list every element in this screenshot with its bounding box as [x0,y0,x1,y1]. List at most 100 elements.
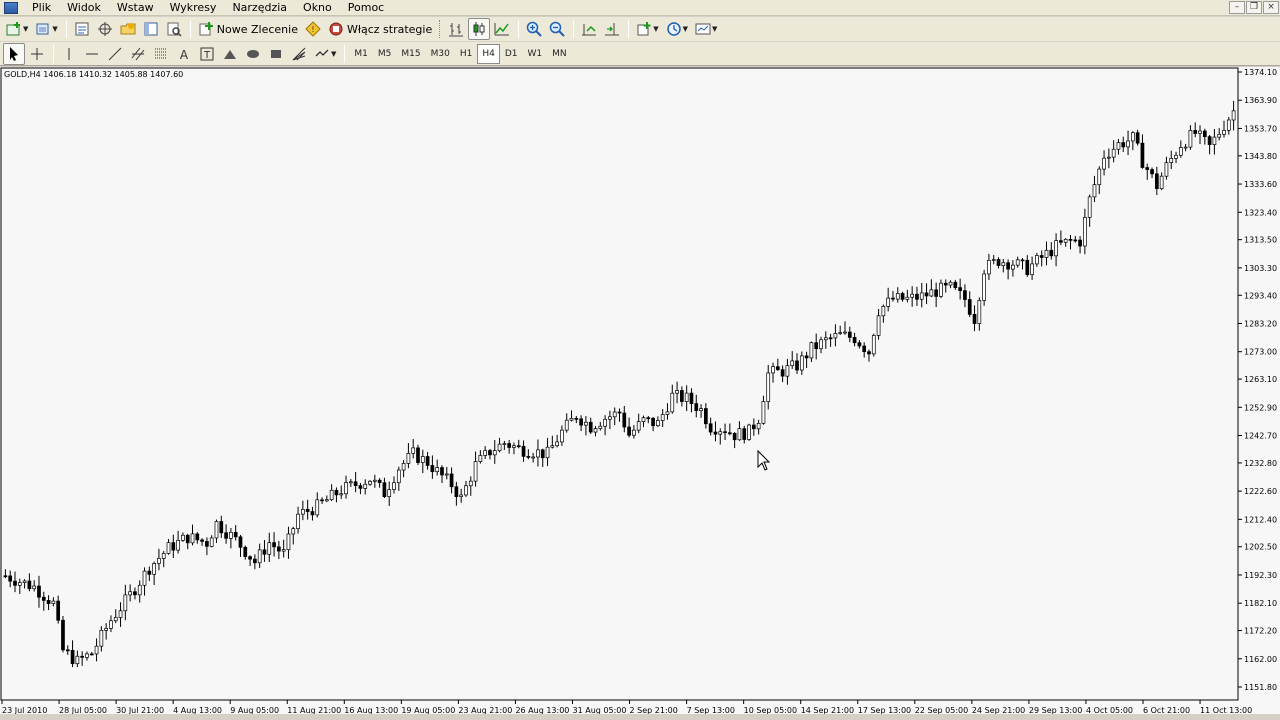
svg-text:!: ! [311,25,314,34]
candle [94,638,99,662]
candle [939,279,943,299]
candle [305,499,310,520]
line-chart-button[interactable] [491,18,513,40]
candle [200,538,204,546]
periods-button[interactable]: ▼ [663,18,691,40]
candle [267,532,272,562]
candle [344,475,348,499]
chevron-down-icon: ▼ [653,25,659,33]
menu-charts[interactable]: Wykresy [162,0,225,16]
arrows-tool-button[interactable]: ▼ [311,43,339,65]
timeframe-m30[interactable]: M30 [426,44,455,64]
zoom-out-button[interactable] [546,18,568,40]
autoscroll-button[interactable] [578,18,600,40]
profiles-icon [36,23,49,35]
candle [881,304,886,323]
templates-button[interactable]: ▼ [692,18,720,40]
candle [862,342,867,358]
candle [1059,230,1063,246]
timeframe-w1[interactable]: W1 [522,44,547,64]
candle [329,484,334,502]
chevron-down-icon: ▼ [331,49,337,58]
timeframe-h4[interactable]: H4 [477,43,500,64]
navigator-button[interactable] [117,18,139,40]
candle [142,567,147,596]
price-tick-label: 1252.90 [1244,403,1277,412]
bar-chart-button[interactable] [445,18,467,40]
menu-view[interactable]: Widok [59,0,109,16]
candle [161,551,166,568]
candle [747,423,751,441]
candlestick-chart-button[interactable] [468,18,491,40]
candle [368,479,372,486]
new-chart-button[interactable]: ▼ [3,18,31,40]
ellipse-tool-button[interactable] [242,43,264,65]
chart-shift-button[interactable] [601,18,623,40]
cursor-tool-button[interactable] [3,42,25,65]
candle [1174,151,1178,164]
candle [195,532,200,544]
profiles-button[interactable]: ▼ [32,18,60,40]
toolbar-grip[interactable] [439,20,442,38]
rectangle-tool-button[interactable] [265,43,287,65]
timeframe-mn[interactable]: MN [547,44,572,64]
metaeditor-diamond-icon: ! [305,21,321,37]
price-tick-label: 1273.00 [1244,348,1277,357]
menu-file[interactable]: Plik [24,0,59,16]
triangle-icon [224,49,236,59]
close-icon[interactable]: × [1263,1,1279,14]
timeframe-m15[interactable]: M15 [396,44,425,64]
crosshair-tool-button[interactable] [26,43,48,65]
terminal-window-icon [144,22,158,36]
market-watch-button[interactable] [71,18,93,40]
candle [871,333,876,357]
toolbar-separator [518,20,520,38]
fibonacci-tool-button[interactable] [150,43,172,65]
candle [348,478,353,487]
timeframe-h1[interactable]: H1 [455,44,478,64]
price-tick-label: 1212.40 [1244,515,1277,524]
timeframe-m5[interactable]: M5 [373,44,397,64]
zoom-in-button[interactable] [523,18,545,40]
candle [109,615,113,633]
strategy-tester-button[interactable] [163,18,185,40]
new-order-button[interactable]: Nowe Zlecenie [195,18,301,40]
menu-help[interactable]: Pomoc [340,0,392,16]
data-window-button[interactable] [94,18,116,40]
price-axis[interactable]: 1374.10 1363.90 1353.70 1343.80 1333.60 1323.… [1238,68,1277,692]
minimize-icon[interactable]: – [1229,1,1245,14]
menu-window[interactable]: Okno [295,0,340,16]
arrows-icon [315,49,329,56]
candles-layer [3,100,1236,668]
chart-window[interactable]: 1374.10 1363.90 1353.70 1343.80 1333.60 1323.… [0,67,1280,720]
horizontal-line-tool-button[interactable] [81,43,103,65]
candle [910,286,915,307]
text-label-tool-button[interactable]: T [196,43,218,65]
time-axis[interactable]: 23 Jul 2010 28 Jul 05:00 30 Jul 21:00 4 Aug… [1,700,1252,715]
trendline-tool-button[interactable] [104,43,126,65]
candle [838,325,843,336]
menu-tools[interactable]: Narzędzia [224,0,295,16]
timeframe-d1[interactable]: D1 [500,44,523,64]
candle [723,423,727,440]
candlestick-chart[interactable]: 1374.10 1363.90 1353.70 1343.80 1333.60 1323.… [0,67,1280,720]
terminal-button[interactable] [140,18,162,40]
candle [363,479,368,495]
metaeditor-button[interactable]: ! [302,18,324,40]
gann-fan-icon [292,47,306,60]
indicators-button[interactable]: ▼ [633,18,661,40]
restore-icon[interactable]: ❐ [1246,1,1262,14]
vertical-line-tool-button[interactable] [58,43,80,65]
crosshair-icon [31,47,43,60]
candle [799,351,804,375]
text-tool-button[interactable]: A [173,43,195,65]
gann-tool-button[interactable] [288,43,310,65]
price-tick-label: 1353.70 [1244,124,1277,133]
trendline-icon [108,47,122,60]
equidistant-channel-tool-button[interactable] [127,43,149,65]
menu-insert[interactable]: Wstaw [109,0,162,16]
triangle-tool-button[interactable] [219,43,241,65]
toolbar-separator [53,44,54,63]
autotrading-button[interactable]: Włącz strategie [325,18,435,40]
timeframe-m1[interactable]: M1 [349,44,373,64]
